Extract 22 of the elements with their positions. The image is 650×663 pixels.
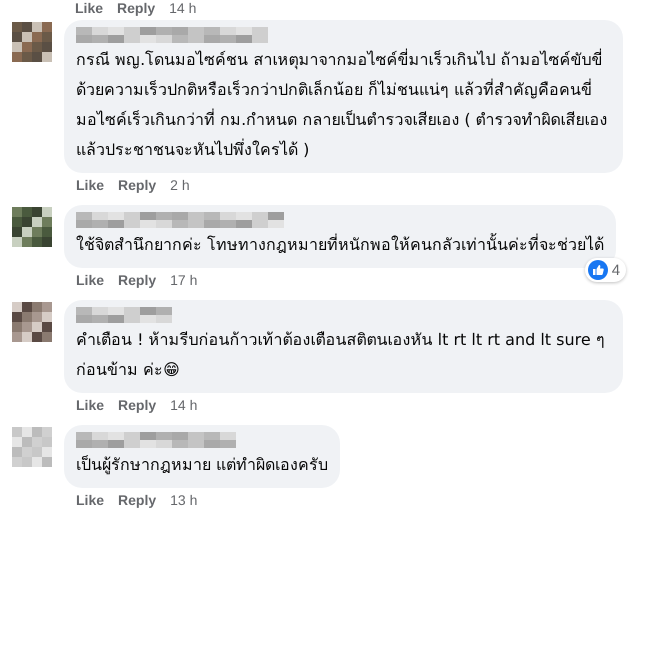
reply-link[interactable]: Reply <box>118 272 156 288</box>
comment-text: ใช้จิตสำนึกยากค่ะ โทษทางกฎหมายที่หนักพอให้คนกลัวเท่านั้นค่ะที่จะช่วยได้ <box>76 232 604 256</box>
comment-time: 14 h <box>169 0 196 16</box>
like-link[interactable]: Like <box>75 0 104 16</box>
like-link[interactable]: Like <box>76 272 104 288</box>
comment-text: กรณี พญ.โดนมอไซค์ชน สาเหตุมาจากมอไซค์ขี่มาเร็วเกินไป ถ้ามอไซค์ขับขี่ด้วยความเร็วปกติหรือเร็วกว่าปกติเล็กน้อย ก็ไม่ชนแน่ๆ แล้วที่สำคัญคือคนขี่มอไซค์เร็วเกินกว่าที่ กม.กำหนด กลายเป็นตำรวจเสียเอง ( ตำรวจทำผิดเสียเอง แล้วประชาชนจะหันไปพึ่งใครได้ ) <box>76 48 609 161</box>
reaction-badge[interactable]: 4 <box>584 258 626 282</box>
comment-text: เป็นผู้รักษากฎหมาย แต่ทำผิดเองครับ <box>76 454 328 476</box>
comment-time: 13 h <box>170 492 198 508</box>
reply-link[interactable]: Reply <box>117 0 156 16</box>
comment-time: 17 h <box>170 272 198 288</box>
comment-time: 2 h <box>170 177 190 193</box>
like-link[interactable]: Like <box>76 177 104 193</box>
comment-text: คำเตือน ! ห้ามรีบก่อนก้าวเท้าต้องเตือนสติตนเองหัน lt rt lt rt and lt sure ๆ ก่อนข้าม ค่ะ😁 <box>76 329 606 381</box>
like-link[interactable]: Like <box>76 492 104 508</box>
reply-link[interactable]: Reply <box>118 177 156 193</box>
reply-link[interactable]: Reply <box>118 492 156 508</box>
like-link[interactable]: Like <box>76 397 104 413</box>
comment-time: 14 h <box>170 397 198 413</box>
reply-link[interactable]: Reply <box>118 397 156 413</box>
reaction-count: 4 <box>612 262 620 278</box>
thumbs-up-icon <box>588 260 608 280</box>
